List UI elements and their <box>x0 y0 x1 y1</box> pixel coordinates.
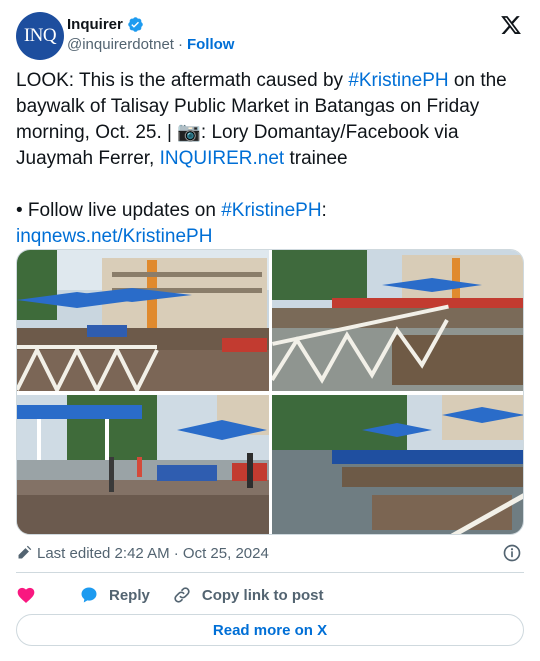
follow-button[interactable]: Follow <box>187 36 235 53</box>
post-text: LOOK: This is the aftermath caused by #K… <box>16 68 521 250</box>
like-button[interactable] <box>16 585 46 605</box>
text-segment: • Follow live updates on <box>16 200 222 221</box>
post-paragraph-2: • Follow live updates on #KristinePH: <box>16 198 521 224</box>
name-row: Inquirer <box>67 16 144 33</box>
divider <box>16 572 524 573</box>
copy-link-label: Copy link to post <box>201 586 324 604</box>
handle-row: @inquirerdotnet · Follow <box>67 36 234 53</box>
x-logo-icon[interactable] <box>500 14 522 36</box>
verified-badge-icon <box>128 17 143 32</box>
link-icon <box>174 587 190 603</box>
live-updates-link[interactable]: inqnews.net/KristinePH <box>16 226 212 247</box>
post-meta: Last edited 2:42 AM · Oct 25, 2024 <box>16 543 524 563</box>
photo-3[interactable] <box>17 395 269 534</box>
copy-link-button[interactable]: Copy link to post <box>172 585 324 605</box>
photo-debris-water-icon <box>272 395 523 534</box>
media-grid[interactable] <box>16 249 524 535</box>
text-segment: : <box>321 200 327 221</box>
edit-pen-icon <box>18 545 32 559</box>
heart-icon <box>17 587 35 603</box>
last-edited-timestamp[interactable]: Last edited 2:42 AM · Oct 25, 2024 <box>37 545 269 562</box>
display-name[interactable]: Inquirer <box>67 16 123 33</box>
hashtag-link[interactable]: #KristinePH <box>348 70 448 91</box>
post-paragraph-1: LOOK: This is the aftermath caused by #K… <box>16 68 521 172</box>
text-segment: trainee <box>284 148 348 169</box>
photo-2[interactable] <box>272 250 523 391</box>
camera-emoji-icon: 📷 <box>177 122 201 143</box>
action-bar: Reply Copy link to post <box>16 583 346 607</box>
photo-debris-railing-icon <box>272 250 523 391</box>
photo-baywalk-railing-icon <box>17 250 269 391</box>
photo-4[interactable] <box>272 395 523 534</box>
handle[interactable]: @inquirerdotnet <box>67 36 174 53</box>
reply-bubble-icon <box>81 587 97 603</box>
separator-dot: · <box>177 36 183 53</box>
read-more-button[interactable]: Read more on X <box>16 614 524 646</box>
info-icon[interactable] <box>502 543 522 563</box>
photo-market-crowd-icon <box>17 395 269 534</box>
post-paragraph-3: inqnews.net/KristinePH <box>16 224 521 250</box>
hashtag-link[interactable]: #KristinePH <box>221 200 321 221</box>
reply-button[interactable]: Reply <box>79 585 150 605</box>
avatar[interactable]: INQ <box>16 12 64 60</box>
post-header: INQ Inquirer @inquirerdotnet · Follow <box>16 12 524 60</box>
text-segment: LOOK: This is the aftermath caused by <box>16 70 349 91</box>
post-card: INQ Inquirer @inquirerdotnet · Follow LO… <box>0 0 540 661</box>
inquirer-link[interactable]: INQUIRER.net <box>160 148 285 169</box>
reply-label: Reply <box>109 586 150 604</box>
photo-1[interactable] <box>17 250 269 391</box>
